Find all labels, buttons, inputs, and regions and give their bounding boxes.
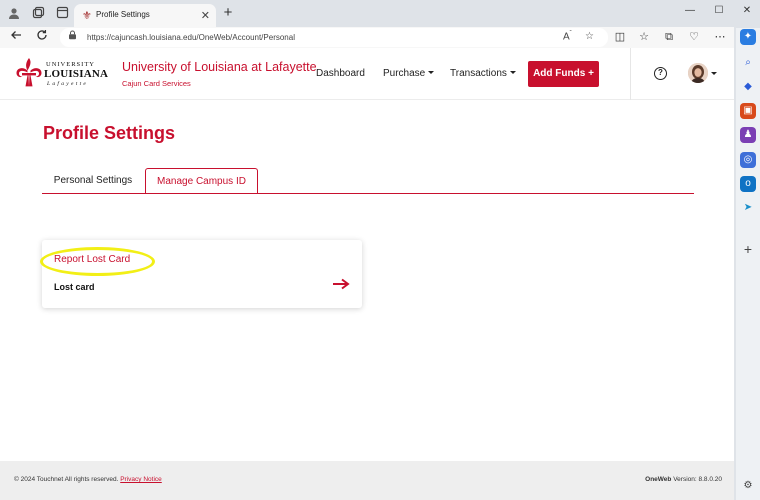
- profile-icon[interactable]: [6, 6, 22, 22]
- copilot-icon[interactable]: ✦: [740, 29, 756, 45]
- maximize-icon[interactable]: ☐: [712, 4, 726, 18]
- tab-actions-icon[interactable]: [54, 6, 70, 22]
- web-page: UNIVERSITY LOUISIANA Lafayette Universit…: [0, 48, 734, 500]
- chevron-down-icon: [509, 71, 516, 74]
- card-description: Lost card: [54, 282, 95, 292]
- url-text: https://cajuncash.louisiana.edu/OneWeb/A…: [87, 33, 295, 42]
- search-icon[interactable]: ⌕: [740, 55, 756, 71]
- more-options-icon[interactable]: ⋯: [712, 29, 728, 45]
- close-window-icon[interactable]: ✕: [740, 4, 754, 18]
- tabs-underline: [42, 193, 694, 194]
- minimize-icon[interactable]: —: [683, 4, 697, 18]
- browser-essentials-icon[interactable]: ♡: [686, 29, 702, 45]
- add-funds-button[interactable]: Add Funds +: [528, 61, 599, 87]
- header-divider: [630, 48, 631, 100]
- page-title: Profile Settings: [43, 123, 176, 143]
- footer: © 2024 Touchnet All rights reserved. Pri…: [0, 461, 734, 500]
- close-tab-icon[interactable]: ✕: [201, 9, 210, 22]
- logo-lafayette-text: Lafayette: [47, 81, 89, 87]
- favorites-icon[interactable]: ☆: [636, 29, 652, 45]
- tab-personal-settings[interactable]: Personal Settings: [43, 168, 143, 194]
- back-icon[interactable]: [8, 29, 24, 45]
- nav-dashboard[interactable]: Dashboard: [316, 68, 365, 79]
- nav-purchase-dropdown[interactable]: Purchase: [383, 68, 435, 79]
- outlook-icon[interactable]: o: [740, 176, 756, 192]
- site-title: University of Louisiana at Lafayette: [122, 60, 317, 74]
- refresh-icon[interactable]: [34, 29, 50, 45]
- collections-icon[interactable]: ⧉: [661, 29, 677, 45]
- tools-icon[interactable]: ▣: [740, 103, 756, 119]
- arrow-right-icon[interactable]: [332, 278, 350, 290]
- site-header: UNIVERSITY LOUISIANA Lafayette Universit…: [0, 48, 734, 100]
- favorite-star-icon[interactable]: ☆: [585, 31, 594, 42]
- games-icon[interactable]: ♟: [740, 127, 756, 143]
- site-subtitle: Cajun Card Services: [122, 79, 191, 88]
- microsoft-365-icon[interactable]: ◎: [740, 152, 756, 168]
- lock-icon[interactable]: [68, 30, 77, 42]
- ul-favicon-icon: ⚜: [82, 10, 92, 22]
- browser-tab-bar: ⚜ Profile Settings ✕ + — ☐ ✕: [0, 0, 760, 28]
- nav-transactions-label: Transactions: [450, 68, 507, 79]
- workspaces-icon[interactable]: [30, 6, 46, 22]
- read-aloud-icon[interactable]: Aˇ: [563, 31, 572, 42]
- new-tab-icon[interactable]: +: [220, 5, 236, 21]
- privacy-notice-link[interactable]: Privacy Notice: [120, 476, 162, 483]
- help-icon[interactable]: ?: [654, 67, 667, 80]
- footer-copyright: © 2024 Touchnet All rights reserved. Pri…: [14, 476, 162, 483]
- logo-university-text: UNIVERSITY: [46, 61, 95, 68]
- avatar[interactable]: [688, 63, 708, 83]
- footer-version: OneWeb Version: 8.8.0.20: [645, 476, 722, 483]
- chevron-down-icon[interactable]: [711, 72, 717, 75]
- fleur-de-lis-icon: [16, 58, 42, 87]
- add-sidebar-app-icon[interactable]: +: [740, 241, 756, 257]
- tab-manage-campus-id[interactable]: Manage Campus ID: [145, 168, 258, 194]
- send-icon[interactable]: ➤: [740, 200, 756, 216]
- yellow-highlight-circle: [40, 247, 155, 276]
- browser-tab[interactable]: ⚜ Profile Settings ✕: [74, 4, 216, 28]
- browser-side-panel: ✦ ⌕ ◆ ▣ ♟ ◎ o ➤ + ⚙: [736, 28, 760, 500]
- address-bar[interactable]: https://cajuncash.louisiana.edu/OneWeb/A…: [60, 28, 608, 47]
- nav-purchase-label: Purchase: [383, 68, 426, 79]
- copyright-text: © 2024 Touchnet All rights reserved.: [14, 476, 119, 483]
- chevron-down-icon: [428, 71, 435, 74]
- version-text: Version: 8.8.0.20: [673, 476, 722, 483]
- tab-title: Profile Settings: [96, 10, 150, 19]
- user-photo-icon: [688, 63, 708, 83]
- split-screen-icon[interactable]: ◫: [612, 29, 628, 45]
- browser-toolbar: https://cajuncash.louisiana.edu/OneWeb/A…: [0, 27, 734, 48]
- nav-transactions-dropdown[interactable]: Transactions: [450, 68, 516, 79]
- product-name: OneWeb: [645, 476, 672, 483]
- ul-lafayette-logo[interactable]: UNIVERSITY LOUISIANA Lafayette: [14, 57, 108, 93]
- shopping-tag-icon[interactable]: ◆: [740, 79, 756, 95]
- logo-louisiana-text: LOUISIANA: [44, 68, 109, 80]
- sidebar-settings-icon[interactable]: ⚙: [740, 478, 756, 494]
